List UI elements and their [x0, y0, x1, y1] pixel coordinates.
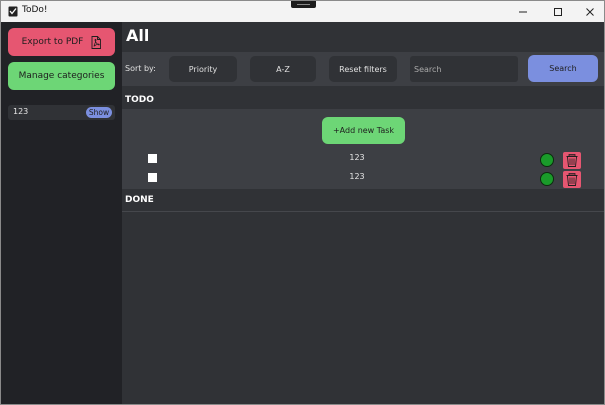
sidebar: Export to PDF Manage categories 123 Show	[1, 22, 122, 404]
export-pdf-label: Export to PDF	[21, 37, 84, 47]
delete-task-button[interactable]	[563, 152, 581, 169]
title-bar[interactable]: ToDo!	[1, 1, 604, 22]
category-label: 123	[13, 107, 29, 116]
toolbar: Sort by: Priority A-Z Reset filters Sear…	[122, 52, 604, 86]
sort-az-button[interactable]: A-Z	[250, 56, 316, 82]
app-window: ToDo! Export to PDF Manage categories 12…	[0, 0, 605, 405]
task-checkbox[interactable]	[148, 154, 157, 163]
sort-priority-button[interactable]: Priority	[169, 56, 237, 82]
page-title: All	[126, 26, 150, 45]
add-task-button[interactable]: +Add new Task	[322, 117, 405, 144]
done-section-title: DONE	[125, 195, 154, 205]
search-input[interactable]	[410, 56, 518, 82]
manage-categories-button[interactable]: Manage categories	[8, 62, 115, 90]
task-text: 123	[349, 153, 365, 162]
search-button[interactable]: Search	[528, 55, 598, 82]
minimize-icon	[519, 11, 527, 12]
category-show-button[interactable]: Show	[86, 107, 112, 118]
task-row: 123	[122, 170, 604, 188]
done-divider	[122, 211, 604, 212]
reset-filters-button[interactable]: Reset filters	[329, 56, 397, 82]
todo-section-title: TODO	[125, 95, 154, 105]
main-panel: All Sort by: Priority A-Z Reset filters …	[122, 22, 604, 404]
delete-task-button[interactable]	[563, 171, 581, 188]
category-item: 123 Show	[8, 105, 115, 120]
sort-by-label: Sort by:	[125, 64, 156, 73]
manage-categories-label: Manage categories	[18, 71, 105, 81]
close-icon	[586, 7, 594, 16]
close-button[interactable]	[575, 1, 604, 22]
todo-panel: +Add new Task 123 123	[122, 109, 604, 189]
task-text: 123	[349, 172, 365, 181]
snap-grip[interactable]	[291, 1, 316, 8]
window-title: ToDo!	[22, 5, 48, 15]
task-row: 123	[122, 151, 604, 169]
minimize-button[interactable]	[508, 1, 538, 22]
export-pdf-button[interactable]: Export to PDF	[8, 28, 115, 56]
task-checkbox[interactable]	[148, 173, 157, 182]
task-status-circle-icon[interactable]	[540, 153, 554, 167]
maximize-icon	[554, 7, 562, 16]
task-status-circle-icon[interactable]	[540, 172, 554, 186]
maximize-button[interactable]	[543, 1, 573, 22]
trash-icon	[566, 173, 578, 186]
app-icon	[8, 6, 18, 17]
pdf-icon	[91, 35, 102, 49]
trash-icon	[566, 154, 578, 167]
